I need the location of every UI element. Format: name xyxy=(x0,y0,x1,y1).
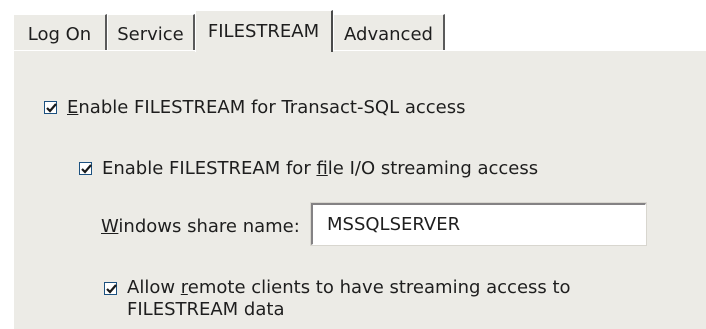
allow-remote-checkbox[interactable] xyxy=(104,282,117,295)
enable-fileio-checkbox[interactable] xyxy=(79,162,92,175)
enable-fileio-label-pre: Enable FILESTREAM for xyxy=(102,158,317,179)
sql-server-properties-dialog: Log On Service FILESTREAM Advanced Enabl… xyxy=(0,0,706,329)
enable-tsql-checkbox-row[interactable]: Enable FILESTREAM for Transact-SQL acces… xyxy=(44,96,465,120)
check-mark-icon xyxy=(106,284,117,294)
enable-fileio-checkbox-row[interactable]: Enable FILESTREAM for file I/O streaming… xyxy=(79,157,538,181)
windows-share-name-input[interactable]: MSSQLSERVER xyxy=(310,202,647,246)
windows-share-name-label: Windows share name: xyxy=(101,215,300,239)
check-mark-icon xyxy=(81,164,92,174)
tab-service-label: Service xyxy=(117,24,184,45)
enable-tsql-mnemonic: E xyxy=(67,97,79,118)
tab-log-on-label: Log On xyxy=(27,24,92,45)
enable-fileio-label: Enable FILESTREAM for file I/O streaming… xyxy=(102,157,538,181)
tab-advanced-label: Advanced xyxy=(344,24,433,45)
dialog-top-edge xyxy=(0,0,706,10)
tab-service[interactable]: Service xyxy=(107,14,195,51)
allow-remote-mnemonic: r xyxy=(180,277,188,298)
enable-tsql-label-text: nable FILESTREAM for Transact-SQL access xyxy=(78,97,466,118)
windows-share-name-label-text: indows share name: xyxy=(118,216,300,237)
allow-remote-label: Allow remote clients to have streaming a… xyxy=(127,277,587,321)
allow-remote-checkbox-row[interactable]: Allow remote clients to have streaming a… xyxy=(104,277,587,321)
tab-filestream-label: FILESTREAM xyxy=(207,21,320,42)
tab-log-on[interactable]: Log On xyxy=(13,14,107,51)
enable-fileio-label-post: ile I/O streaming access xyxy=(327,158,539,179)
tab-strip: Log On Service FILESTREAM Advanced xyxy=(13,10,706,52)
enable-tsql-checkbox[interactable] xyxy=(44,101,57,114)
filestream-tab-panel: Enable FILESTREAM for Transact-SQL acces… xyxy=(13,50,706,329)
allow-remote-label-pre: Allow xyxy=(127,277,181,298)
tab-advanced[interactable]: Advanced xyxy=(333,14,445,51)
tab-filestream[interactable]: FILESTREAM xyxy=(195,10,333,52)
check-mark-icon xyxy=(46,103,57,113)
allow-remote-label-post: emote clients to have streaming access t… xyxy=(127,277,571,320)
enable-fileio-mnemonic: f xyxy=(316,158,328,179)
windows-share-name-mnemonic: W xyxy=(101,216,119,237)
windows-share-name-value: MSSQLSERVER xyxy=(327,214,461,235)
enable-tsql-label: Enable FILESTREAM for Transact-SQL acces… xyxy=(67,96,465,120)
